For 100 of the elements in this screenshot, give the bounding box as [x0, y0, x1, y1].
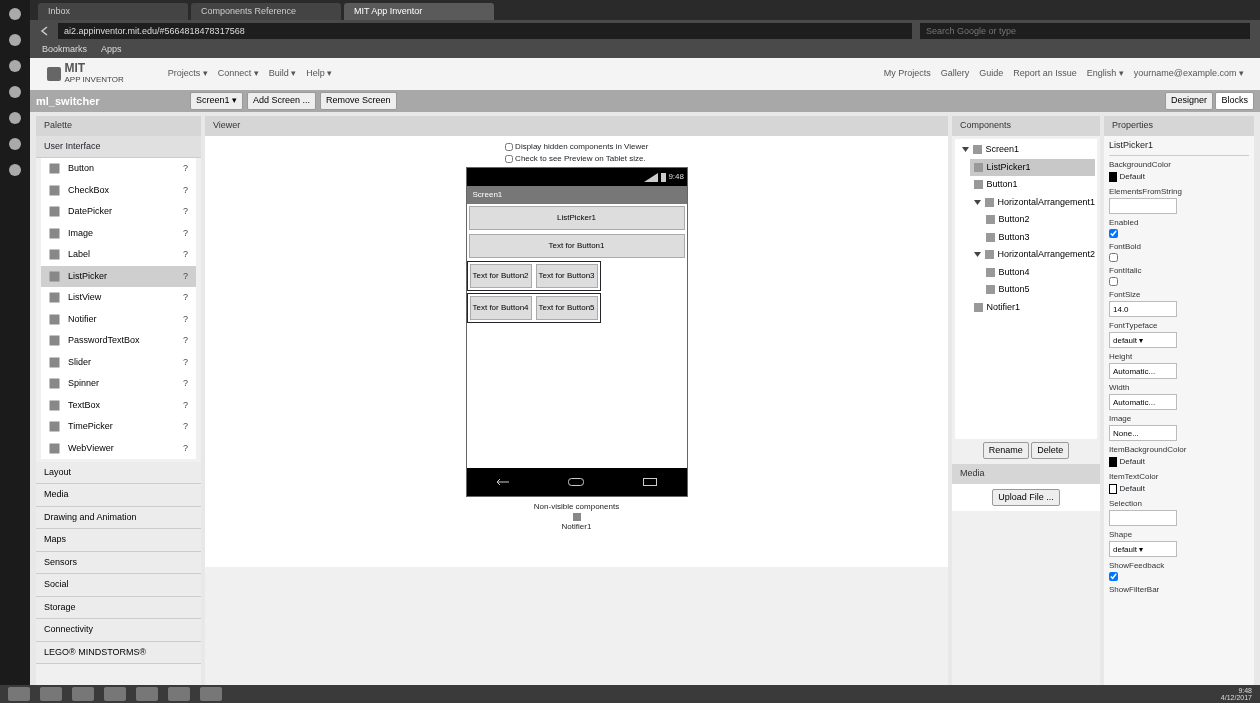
menu-item[interactable]: Projects ▾	[167, 67, 208, 81]
palette-group-header[interactable]: Social	[36, 574, 201, 597]
home-icon[interactable]	[568, 478, 585, 486]
menu-item[interactable]: Connect ▾	[217, 67, 259, 81]
property-value[interactable]: Default	[1119, 483, 1145, 495]
help-mark[interactable]: ?	[183, 334, 188, 348]
toolbar-button[interactable]: Add Screen ...	[247, 92, 317, 110]
help-mark[interactable]: ?	[183, 205, 188, 219]
palette-item[interactable]: CheckBox ?	[41, 179, 196, 201]
menu-link[interactable]: Guide	[979, 67, 1004, 81]
preview-button[interactable]: Text for Button2	[469, 264, 532, 288]
search-field[interactable]: Search Google or type	[920, 23, 1250, 39]
dock-icon[interactable]	[9, 34, 21, 46]
menu-link[interactable]: yourname@example.com ▾	[1133, 67, 1244, 81]
tree-item[interactable]: Button5	[981, 281, 1095, 299]
menu-link[interactable]: Gallery	[940, 67, 970, 81]
palette-group-header[interactable]: User Interface	[36, 135, 201, 158]
help-mark[interactable]: ?	[183, 355, 188, 369]
property-checkbox[interactable]	[1109, 229, 1118, 238]
property-value[interactable]: Default	[1119, 171, 1145, 183]
palette-group-header[interactable]: Storage	[36, 596, 201, 619]
preview-button[interactable]: ListPicker1	[468, 206, 685, 230]
palette-group-header[interactable]: Layout	[36, 461, 201, 484]
palette-item[interactable]: Button ?	[41, 158, 196, 180]
property-checkbox[interactable]	[1109, 253, 1118, 262]
dock-icon[interactable]	[9, 112, 21, 124]
palette-group-header[interactable]: Media	[36, 484, 201, 507]
preview-button[interactable]: Text for Button4	[469, 296, 532, 320]
help-mark[interactable]: ?	[183, 398, 188, 412]
property-field[interactable]: Automatic...	[1109, 394, 1177, 410]
palette-item[interactable]: WebViewer ?	[41, 437, 196, 459]
palette-item[interactable]: PasswordTextBox ?	[41, 330, 196, 352]
tree-item[interactable]: Button3	[981, 228, 1095, 246]
property-checkbox[interactable]	[1109, 572, 1118, 581]
menu-link[interactable]: Report an Issue	[1013, 67, 1077, 81]
help-mark[interactable]: ?	[183, 162, 188, 176]
palette-item[interactable]: Spinner ?	[41, 373, 196, 395]
mode-button[interactable]: Blocks	[1215, 92, 1254, 110]
palette-item[interactable]: Image ?	[41, 222, 196, 244]
toolbar-button[interactable]: Remove Screen	[320, 92, 397, 110]
color-swatch[interactable]	[1109, 172, 1117, 182]
help-mark[interactable]: ?	[183, 420, 188, 434]
property-field[interactable]: default ▾	[1109, 541, 1177, 557]
viewer-checkbox[interactable]	[504, 142, 513, 151]
help-mark[interactable]: ?	[183, 291, 188, 305]
preview-button[interactable]: Text for Button3	[535, 264, 598, 288]
component-button[interactable]: Rename	[982, 441, 1029, 459]
toggle-icon[interactable]	[961, 146, 969, 154]
property-field[interactable]	[1109, 510, 1177, 526]
help-mark[interactable]: ?	[183, 312, 188, 326]
color-swatch[interactable]	[1109, 484, 1117, 494]
back-icon[interactable]	[495, 478, 510, 486]
help-mark[interactable]: ?	[183, 377, 188, 391]
palette-item[interactable]: Slider ?	[41, 351, 196, 373]
palette-group-header[interactable]: Sensors	[36, 551, 201, 574]
property-value[interactable]: Default	[1119, 456, 1145, 468]
help-mark[interactable]: ?	[183, 226, 188, 240]
palette-item[interactable]: TimePicker ?	[41, 416, 196, 438]
toggle-icon[interactable]	[973, 198, 981, 206]
address-field[interactable]: ai2.appinventor.mit.edu/#5664818478317568	[58, 23, 912, 39]
tree-item[interactable]: Button2	[981, 211, 1095, 229]
preview-button[interactable]: Text for Button1	[468, 234, 685, 258]
property-field[interactable]: Automatic...	[1109, 363, 1177, 379]
component-button[interactable]: Delete	[1031, 441, 1070, 459]
palette-group-header[interactable]: Connectivity	[36, 619, 201, 642]
palette-item[interactable]: ListView ?	[41, 287, 196, 309]
browser-tab[interactable]: Components Reference	[191, 2, 341, 20]
property-field[interactable]: None...	[1109, 425, 1177, 441]
tree-item[interactable]: Screen1	[957, 141, 1095, 159]
help-mark[interactable]: ?	[183, 248, 188, 262]
tree-item[interactable]: Button1	[969, 176, 1095, 194]
help-mark[interactable]: ?	[183, 183, 188, 197]
tree-item[interactable]: HorizontalArrangement1	[969, 193, 1095, 211]
bookmark-link[interactable]: Apps	[101, 43, 122, 57]
menu-link[interactable]: My Projects	[883, 67, 931, 81]
dock-icon[interactable]	[9, 164, 21, 176]
palette-item[interactable]: DatePicker ?	[41, 201, 196, 223]
viewer-checkbox[interactable]	[504, 154, 513, 163]
tree-item[interactable]: Button4	[981, 263, 1095, 281]
help-mark[interactable]: ?	[183, 269, 188, 283]
palette-group-header[interactable]: Maps	[36, 529, 201, 552]
browser-tab[interactable]: MIT App Inventor	[344, 2, 494, 20]
mode-button[interactable]: Designer	[1164, 92, 1213, 110]
back-icon[interactable]	[40, 26, 50, 36]
dock-icon[interactable]	[9, 138, 21, 150]
dock-icon[interactable]	[9, 86, 21, 98]
dock-icon[interactable]	[9, 8, 21, 20]
upload-button[interactable]: Upload File ...	[992, 488, 1060, 506]
browser-tab[interactable]: Inbox	[38, 2, 188, 20]
help-mark[interactable]: ?	[183, 441, 188, 455]
palette-group-header[interactable]: Drawing and Animation	[36, 506, 201, 529]
bookmark-link[interactable]: Bookmarks	[42, 43, 87, 57]
property-field[interactable]: 14.0	[1109, 301, 1177, 317]
tree-item[interactable]: HorizontalArrangement2	[969, 246, 1095, 264]
palette-item[interactable]: Label ?	[41, 244, 196, 266]
color-swatch[interactable]	[1109, 457, 1117, 467]
preview-button[interactable]: Text for Button5	[535, 296, 598, 320]
palette-item[interactable]: Notifier ?	[41, 308, 196, 330]
recent-apps-icon[interactable]	[643, 478, 658, 486]
dock-icon[interactable]	[9, 60, 21, 72]
